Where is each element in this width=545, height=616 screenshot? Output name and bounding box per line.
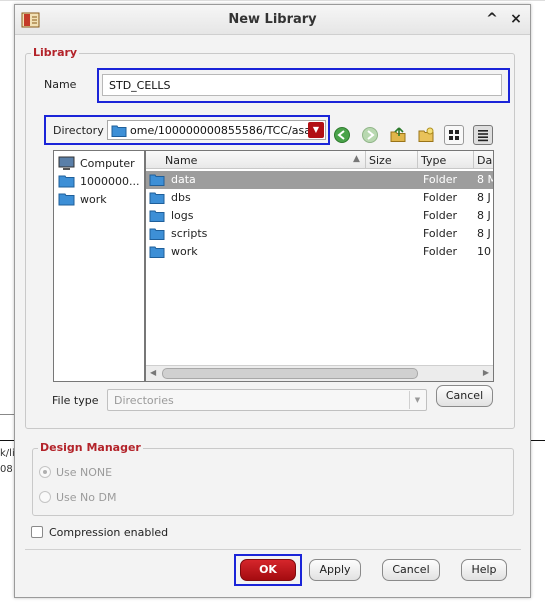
forward-arrow-icon[interactable] xyxy=(361,126,379,144)
new-library-dialog: New Library ^ × Library Name Directory o… xyxy=(14,4,531,598)
column-header-size[interactable]: Size xyxy=(369,154,392,167)
list-view-button[interactable] xyxy=(473,125,493,145)
column-separator xyxy=(417,151,418,169)
column-separator xyxy=(365,151,366,169)
folder-icon xyxy=(58,193,75,206)
file-date: 8 M xyxy=(477,173,493,186)
column-header-type[interactable]: Type xyxy=(421,154,446,167)
folder-icon xyxy=(149,228,165,240)
file-type: Folder xyxy=(423,191,457,204)
file-type: Folder xyxy=(423,173,457,186)
folder-icon xyxy=(149,210,165,222)
use-none-radio[interactable] xyxy=(39,466,51,478)
file-name: scripts xyxy=(171,227,208,240)
ok-button[interactable]: OK xyxy=(240,559,296,581)
name-input[interactable] xyxy=(102,74,502,96)
computer-icon xyxy=(58,156,75,170)
file-name: data xyxy=(171,173,196,186)
folder-icon xyxy=(149,192,165,204)
folder-icon xyxy=(149,246,165,258)
icon-view-icon xyxy=(449,130,459,140)
scroll-left-icon[interactable]: ◀ xyxy=(150,368,156,377)
use-no-dm-radio[interactable] xyxy=(39,491,51,503)
use-none-label: Use NONE xyxy=(56,466,113,479)
name-label: Name xyxy=(44,78,77,91)
file-type-select[interactable]: Directories ▼ xyxy=(107,389,427,411)
file-type-label: File type xyxy=(52,394,99,407)
sort-arrow-icon: ▲ xyxy=(353,154,360,164)
file-list: Name ▲ Size Type Da data Folder 8 M dbs … xyxy=(145,150,494,382)
horizontal-scrollbar[interactable]: ◀ ▶ xyxy=(146,365,493,381)
place-work[interactable]: work xyxy=(58,191,144,209)
background-text-2: 08 xyxy=(0,464,13,475)
library-group-title: Library xyxy=(31,46,80,59)
file-type: Folder xyxy=(423,209,457,222)
file-row-data[interactable]: data Folder 8 M xyxy=(146,171,493,189)
column-header-date[interactable]: Da xyxy=(477,154,492,167)
chevron-down-icon: ▼ xyxy=(409,391,425,409)
places-panel: Computer 1000000... work xyxy=(53,150,145,382)
close-icon[interactable]: × xyxy=(507,10,525,28)
file-date: 10 xyxy=(477,245,491,258)
icon-view-button[interactable] xyxy=(444,125,464,145)
directory-label: Directory xyxy=(53,124,104,137)
chevron-down-icon[interactable]: ▼ xyxy=(308,122,324,138)
file-row-work[interactable]: work Folder 10 xyxy=(146,243,493,261)
folder-icon xyxy=(58,175,75,188)
directory-path: ome/100000000855586/TCC/asap7 xyxy=(130,124,325,137)
file-name: logs xyxy=(171,209,194,222)
folder-icon xyxy=(111,125,127,137)
file-row-scripts[interactable]: scripts Folder 8 J xyxy=(146,225,493,243)
file-type: Folder xyxy=(423,245,457,258)
collapse-icon[interactable]: ^ xyxy=(483,10,501,28)
file-type-value: Directories xyxy=(114,394,174,407)
use-no-dm-label: Use No DM xyxy=(56,491,117,504)
title-bar[interactable]: New Library ^ × xyxy=(15,5,530,35)
place-label: work xyxy=(80,193,107,206)
dialog-title: New Library xyxy=(228,12,317,27)
scrollbar-thumb[interactable] xyxy=(162,368,418,379)
scroll-right-icon[interactable]: ▶ xyxy=(483,368,489,377)
new-folder-icon[interactable] xyxy=(417,126,435,144)
file-date: 8 J xyxy=(477,191,491,204)
file-cancel-button[interactable]: Cancel xyxy=(436,385,493,407)
background-top-line xyxy=(0,0,545,1)
column-separator xyxy=(473,151,474,169)
apply-button[interactable]: Apply xyxy=(309,559,361,581)
background-divider-2 xyxy=(0,414,14,415)
file-row-logs[interactable]: logs Folder 8 J xyxy=(146,207,493,225)
file-row-dbs[interactable]: dbs Folder 8 J xyxy=(146,189,493,207)
design-manager-group: Design Manager xyxy=(32,441,514,516)
place-home-folder[interactable]: 1000000... xyxy=(58,173,144,191)
help-button[interactable]: Help xyxy=(461,559,507,581)
button-bar-divider xyxy=(25,549,521,550)
place-computer[interactable]: Computer xyxy=(58,155,144,173)
folder-icon xyxy=(149,174,165,186)
background-divider xyxy=(0,440,14,441)
directory-combo[interactable]: ome/100000000855586/TCC/asap7 ▼ xyxy=(107,120,326,140)
file-date: 8 J xyxy=(477,209,491,222)
list-view-icon xyxy=(478,130,488,142)
background-text-1: k/li xyxy=(0,448,15,459)
file-name: work xyxy=(171,245,198,258)
file-list-header: Name ▲ Size Type Da xyxy=(146,151,493,169)
column-header-name[interactable]: Name xyxy=(165,154,197,167)
cancel-button[interactable]: Cancel xyxy=(382,559,440,581)
background-divider-right xyxy=(531,440,545,441)
file-date: 8 J xyxy=(477,227,491,240)
design-manager-title: Design Manager xyxy=(38,441,143,454)
compression-checkbox[interactable] xyxy=(31,526,43,538)
file-name: dbs xyxy=(171,191,191,204)
place-label: 1000000... xyxy=(80,175,140,188)
parent-folder-icon[interactable] xyxy=(389,126,407,144)
back-arrow-icon[interactable] xyxy=(333,126,351,144)
place-label: Computer xyxy=(80,157,135,170)
compression-label: Compression enabled xyxy=(49,526,169,539)
file-type: Folder xyxy=(423,227,457,240)
